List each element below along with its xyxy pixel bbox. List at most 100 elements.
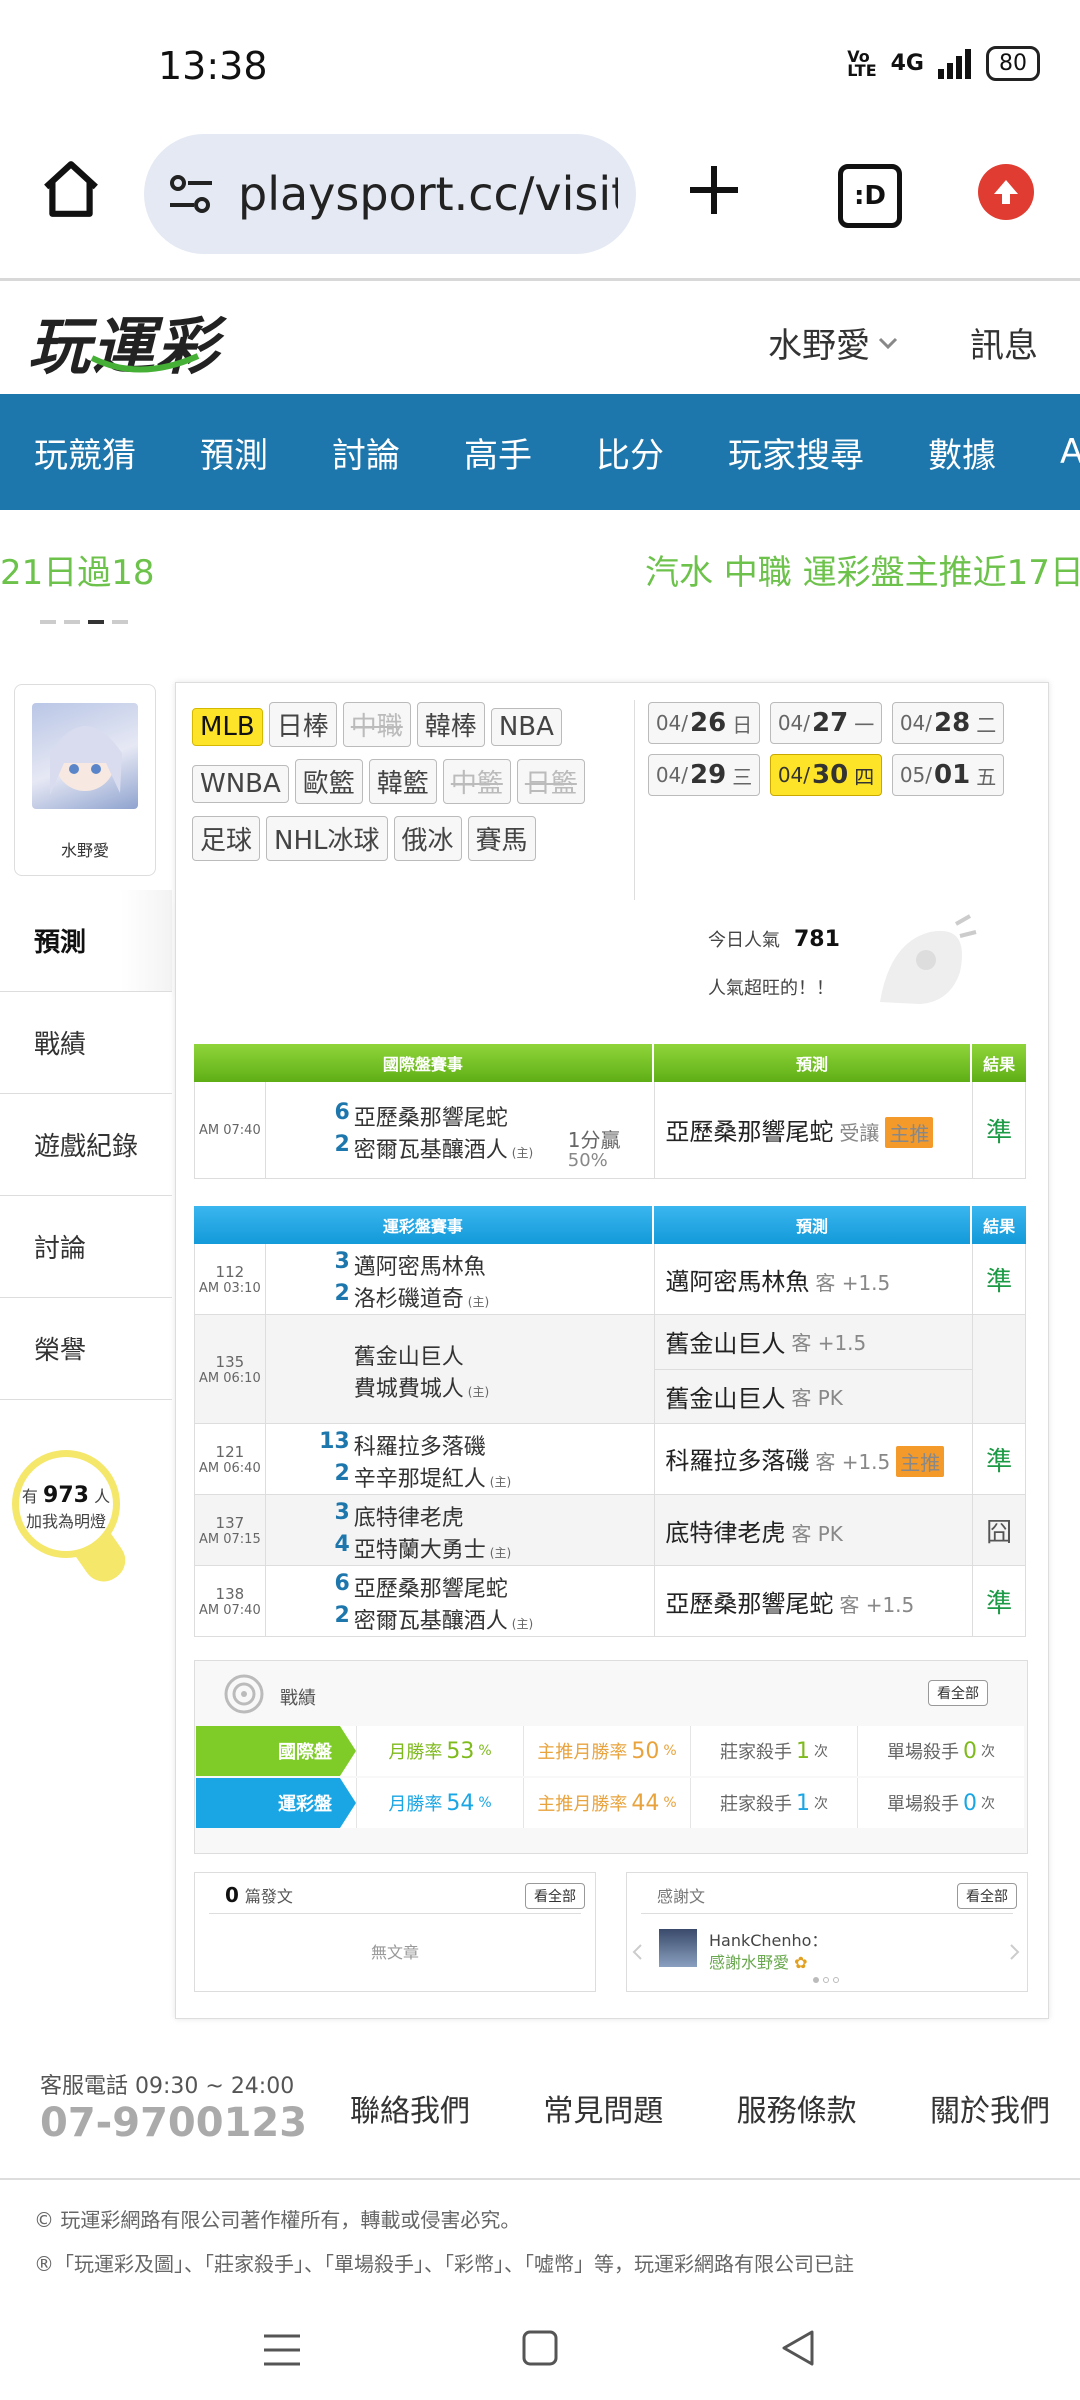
chevron-left-icon[interactable] xyxy=(631,1943,643,1961)
side-item-game-log[interactable]: 遊戲紀錄 xyxy=(0,1094,172,1196)
side-item-discussion[interactable]: 討論 xyxy=(0,1196,172,1298)
home-square-icon[interactable] xyxy=(522,2330,558,2366)
side-item-predictions[interactable]: 預測 xyxy=(0,890,172,992)
sport-tag[interactable]: NHL冰球 xyxy=(266,816,388,861)
back-icon[interactable] xyxy=(778,2328,818,2368)
date-button[interactable]: 04/26 日 xyxy=(648,702,760,744)
table-row: 137 AM 07:15 3 4 底特律老虎 亞特蘭大勇士 (主) 底特律老虎客 PK 囧 xyxy=(195,1495,1025,1566)
new-tab-icon[interactable] xyxy=(684,160,744,220)
matchup: 3 4 底特律老虎 亞特蘭大勇士 (主) xyxy=(266,1495,656,1565)
intl-table: 國際盤賽事 預測 結果 AM 07:40 6 2 亞歷桑那響尾蛇 密爾瓦基釀酒人 (主) 1… xyxy=(194,1044,1026,1179)
site-settings-icon[interactable] xyxy=(168,171,214,217)
score: 3 xyxy=(334,1249,350,1274)
sport-tag[interactable]: WNBA xyxy=(192,765,289,803)
sport-tag[interactable]: NBA xyxy=(490,708,562,746)
handicap-pct: 50% xyxy=(567,1150,608,1171)
prediction-cell: 科羅拉多落磯客 +1.5 主推 xyxy=(655,1424,974,1494)
user-menu[interactable]: 水野愛 xyxy=(768,318,898,367)
sport-tag[interactable]: 韓籃 xyxy=(368,759,437,804)
record-row: 運彩盤 月勝率 54% 主推月勝率 44% 莊家殺手 1 次單場殺手 0 次 xyxy=(196,1778,1024,1828)
sport-filter: MLB 日棒 中職 韓棒 NBA WNBA 歐籃 韓籃 中籃 日籃足球 NHL冰球 俄冰 賽馬 xyxy=(192,702,612,873)
record-view-all-button[interactable]: 看全部 xyxy=(928,1680,988,1706)
trademark-text: ®「玩運彩及圖」、「莊家殺手」、「單場殺手」、「彩幣」、「噓幣」等，玩運彩網路有… xyxy=(34,2252,854,2276)
table-row: 121 AM 06:40 13 2 科羅拉多落磯 辛辛那堤紅人 (主) 科羅拉多落磯客 +1.… xyxy=(195,1424,1025,1495)
date-button[interactable]: 04/28 二 xyxy=(892,702,1004,744)
signal-icon xyxy=(938,48,971,79)
tab-switcher-button[interactable]: :D xyxy=(838,164,902,228)
footer-link-about[interactable]: 關於我們 xyxy=(930,2086,1050,2130)
thanks-title: 感謝文 xyxy=(657,1887,706,1906)
footer-link-contact[interactable]: 聯絡我們 xyxy=(350,2086,470,2130)
popularity-count: 781 xyxy=(794,927,840,952)
sport-tag[interactable]: 足球 xyxy=(192,816,261,861)
hotline-number[interactable]: 07-9700123 xyxy=(40,2100,307,2146)
side-item-record[interactable]: 戰績 xyxy=(0,992,172,1094)
ticker-text[interactable]: 21日過18 xyxy=(0,545,155,594)
sport-tag: 中籃 xyxy=(442,759,511,804)
main-pick-badge: 主推 xyxy=(896,1446,945,1478)
away-team: 底特律老虎 xyxy=(353,1506,464,1531)
menu-icon[interactable] xyxy=(262,2330,302,2370)
score: 2 xyxy=(334,1132,350,1157)
table-row: 135 AM 06:10 舊金山巨人 費城費城人 (主) 舊金山巨人客 +1.5 舊金山巨人… xyxy=(195,1315,1025,1424)
side-item-honors[interactable]: 榮譽 xyxy=(0,1298,172,1400)
sport-tag[interactable]: 俄冰 xyxy=(393,816,462,861)
footer-link-faq[interactable]: 常見問題 xyxy=(543,2086,663,2130)
sport-tag[interactable]: 日棒 xyxy=(268,702,337,747)
copyright-text: © 玩運彩網路有限公司著作權所有，轉載或侵害必究。 xyxy=(34,2208,521,2232)
chevron-down-icon xyxy=(878,337,898,349)
home-team: 洛杉磯道奇 (主) xyxy=(353,1287,490,1312)
status-bar: 13:38 Vo LTE 4G 80 xyxy=(0,0,1080,130)
home-icon[interactable] xyxy=(40,158,102,220)
thanks-view-all-button[interactable]: 看全部 xyxy=(957,1883,1017,1909)
footer-link-terms[interactable]: 服務條款 xyxy=(737,2086,857,2130)
address-bar[interactable]: playsport.cc/visit xyxy=(144,134,636,254)
game-time: 135 AM 06:10 xyxy=(195,1315,266,1423)
date-button[interactable]: 04/30 四 xyxy=(770,754,882,796)
thanks-avatar[interactable] xyxy=(659,1929,697,1967)
messages-link[interactable]: 訊息 xyxy=(970,318,1038,367)
clock: 13:38 xyxy=(158,44,268,88)
handicap-note: 1分贏 xyxy=(567,1128,621,1152)
nav-item[interactable]: 高手 xyxy=(464,428,532,477)
posts-box: 0 篇發文 看全部 無文章 xyxy=(194,1872,596,1992)
sport-tag[interactable]: 賽馬 xyxy=(467,816,536,861)
nav-item[interactable]: APP xyxy=(1060,432,1080,472)
profile-card[interactable]: 水野愛 xyxy=(14,684,156,876)
sport-tag: 中職 xyxy=(342,702,411,747)
nav-item[interactable]: 玩家搜尋 xyxy=(728,428,864,477)
away-team: 亞歷桑那響尾蛇 xyxy=(353,1577,508,1602)
news-ticker[interactable]: 21日過18 汽水 中職 運彩盤主推近17日 xyxy=(0,545,1080,595)
date-button[interactable]: 05/01 五 xyxy=(892,754,1004,796)
game-time: 138 AM 07:40 xyxy=(195,1566,266,1636)
url-text[interactable]: playsport.cc/visit xyxy=(238,167,618,221)
chevron-right-icon[interactable] xyxy=(1009,1943,1021,1961)
date-button[interactable]: 04/29 三 xyxy=(648,754,760,796)
posts-view-all-button[interactable]: 看全部 xyxy=(525,1883,585,1909)
record-stat: 月勝率 54% xyxy=(356,1778,523,1828)
sport-tag[interactable]: 歐籃 xyxy=(294,759,363,804)
sport-tag[interactable]: 韓棒 xyxy=(416,702,485,747)
sport-tag[interactable]: MLB xyxy=(192,708,263,746)
prediction-pick: 舊金山巨人客 PK xyxy=(665,1384,843,1413)
status-icons: Vo LTE 4G 80 xyxy=(847,46,1040,81)
side-menu: 預測 戰績 遊戲紀錄 討論 榮譽 xyxy=(0,890,172,1400)
table-row: AM 07:40 6 2 亞歷桑那響尾蛇 密爾瓦基釀酒人 (主) 1分贏 50% 亞歷桑那響尾蛇… xyxy=(195,1082,1025,1179)
nav-item[interactable]: 玩競猜 xyxy=(34,428,136,477)
record-row: 國際盤 月勝率 53% 主推月勝率 50% 莊家殺手 1 次單場殺手 0 次 xyxy=(196,1726,1024,1776)
ticker-text[interactable]: 汽水 中職 運彩盤主推近17日 xyxy=(645,545,1080,594)
result-cell: 準 xyxy=(986,1266,1013,1297)
prediction-cell: 亞歷桑那響尾蛇客 +1.5 xyxy=(655,1566,974,1636)
update-button[interactable] xyxy=(978,164,1034,220)
nav-item[interactable]: 比分 xyxy=(596,428,664,477)
fans-lamp[interactable]: 有 973 人 加我為明燈 xyxy=(12,1450,120,1558)
logo-swoosh-icon xyxy=(90,353,200,373)
thanks-box: 感謝文 看全部 HankChenho： 感謝水野愛 ✿ xyxy=(626,1872,1028,1992)
nav-item[interactable]: 數據 xyxy=(928,428,996,477)
record-stat: 單場殺手 0 次 xyxy=(857,1726,1024,1776)
nav-item[interactable]: 預測 xyxy=(200,428,268,477)
date-button[interactable]: 04/27 一 xyxy=(770,702,882,744)
nav-item[interactable]: 討論 xyxy=(332,428,400,477)
thanks-user[interactable]: HankChenho： xyxy=(709,1927,827,1951)
avatar[interactable] xyxy=(32,703,138,809)
